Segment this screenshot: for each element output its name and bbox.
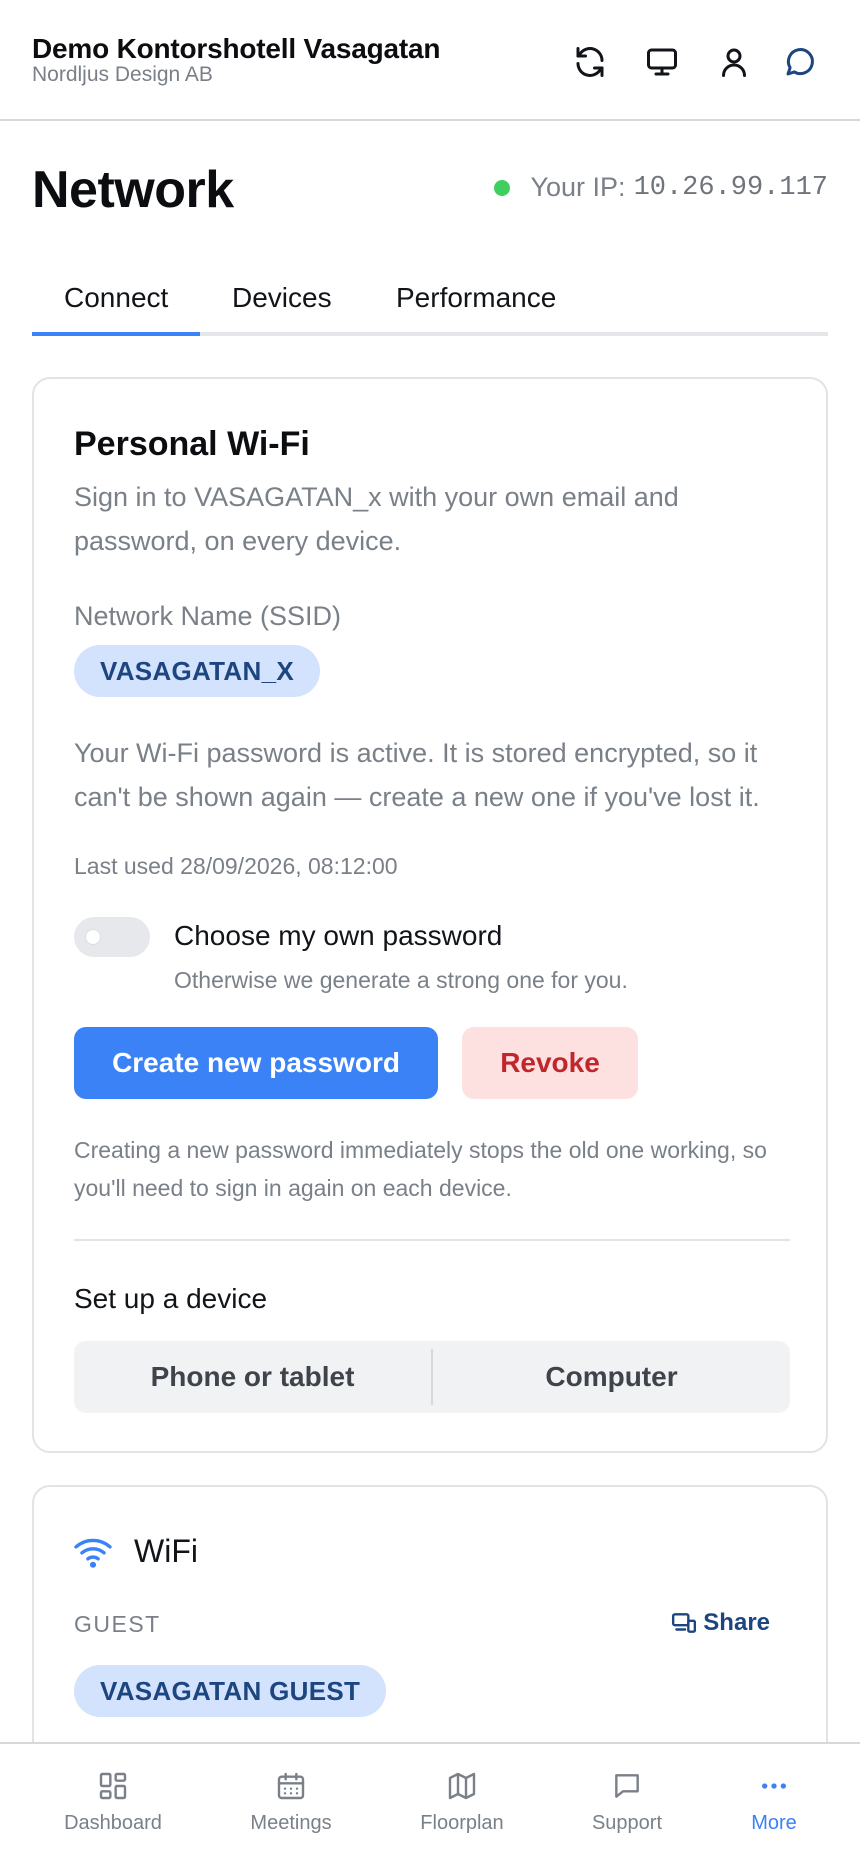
ip-indicator: Your IP: 10.26.99.117 <box>494 172 828 203</box>
ssid-label: Network Name (SSID) <box>74 601 342 631</box>
toggle-help-text: Otherwise we generate a strong one for y… <box>174 967 628 993</box>
bottom-nav: Dashboard Meetings Floorplan Support Mor… <box>0 1742 860 1864</box>
share-button[interactable]: Share <box>671 1609 770 1637</box>
guest-label: GUEST <box>74 1611 161 1637</box>
tab-devices[interactable]: Devices <box>232 282 332 314</box>
app-header: Demo Kontorshotell Vasagatan Nordljus De… <box>0 0 860 121</box>
personal-wifi-title: Personal Wi-Fi <box>74 425 310 463</box>
company-name: Nordljus Design AB <box>32 63 213 86</box>
nav-label: Meetings <box>250 1812 332 1834</box>
guest-ssid-badge: VASAGATAN GUEST <box>74 1665 387 1717</box>
nav-label: More <box>751 1812 797 1834</box>
toggle-label: Choose my own password <box>174 920 503 951</box>
page-title: Network <box>32 161 234 219</box>
nav-label: Support <box>591 1812 663 1834</box>
personal-wifi-card: Personal Wi-Fi Sign in to VASAGATAN_x wi… <box>32 377 828 1453</box>
ip-value: 10.26.99.117 <box>633 172 828 203</box>
chat-icon[interactable] <box>774 36 826 88</box>
nav-dashboard[interactable]: Dashboard <box>27 1770 199 1835</box>
dashboard-icon <box>99 1772 127 1800</box>
nav-floorplan[interactable]: Floorplan <box>376 1770 548 1835</box>
wifi-icon <box>74 1538 112 1568</box>
own-password-toggle[interactable] <box>74 917 150 957</box>
nav-label: Floorplan <box>420 1812 504 1834</box>
monitor-icon[interactable] <box>636 36 688 88</box>
option-phone-tablet[interactable]: Phone or tablet <box>74 1341 431 1413</box>
tab-connect[interactable]: Connect <box>64 282 168 314</box>
devices-icon <box>672 1613 697 1633</box>
map-icon <box>448 1772 476 1800</box>
device-type-selector: Phone or tablet Computer <box>74 1341 790 1413</box>
nav-meetings[interactable]: Meetings <box>205 1770 377 1835</box>
create-password-button[interactable]: Create new password <box>74 1027 438 1099</box>
toggle-knob <box>80 924 106 950</box>
nav-label: Dashboard <box>64 1812 162 1834</box>
wifi-title: WiFi <box>134 1533 198 1569</box>
divider <box>74 1239 790 1241</box>
nav-more[interactable]: More <box>688 1770 860 1835</box>
last-used-timestamp: Last used 28/09/2026, 08:12:00 <box>74 853 398 879</box>
more-icon <box>762 1783 786 1789</box>
workspace-title: Demo Kontorshotell Vasagatan <box>32 33 441 64</box>
refresh-icon[interactable] <box>564 36 616 88</box>
ssid-badge: VASAGATAN_X <box>74 645 320 697</box>
personal-wifi-description: Sign in to VASAGATAN_x with your own ema… <box>74 482 679 556</box>
ip-label: Your IP: <box>530 172 626 202</box>
revoke-button[interactable]: Revoke <box>462 1027 638 1099</box>
option-computer[interactable]: Computer <box>433 1341 790 1413</box>
tab-bar: Connect Devices Performance <box>32 268 828 336</box>
password-note: Creating a new password immediately stop… <box>74 1137 767 1201</box>
calendar-icon <box>277 1772 305 1800</box>
tab-performance[interactable]: Performance <box>396 282 556 314</box>
share-label: Share <box>703 1609 770 1636</box>
chat-icon <box>615 1774 639 1798</box>
status-dot <box>494 179 511 196</box>
setup-device-title: Set up a device <box>74 1283 268 1314</box>
active-tab-indicator <box>32 332 200 336</box>
user-icon[interactable] <box>708 36 760 88</box>
password-status: Your Wi-Fi password is active. It is sto… <box>74 738 760 812</box>
